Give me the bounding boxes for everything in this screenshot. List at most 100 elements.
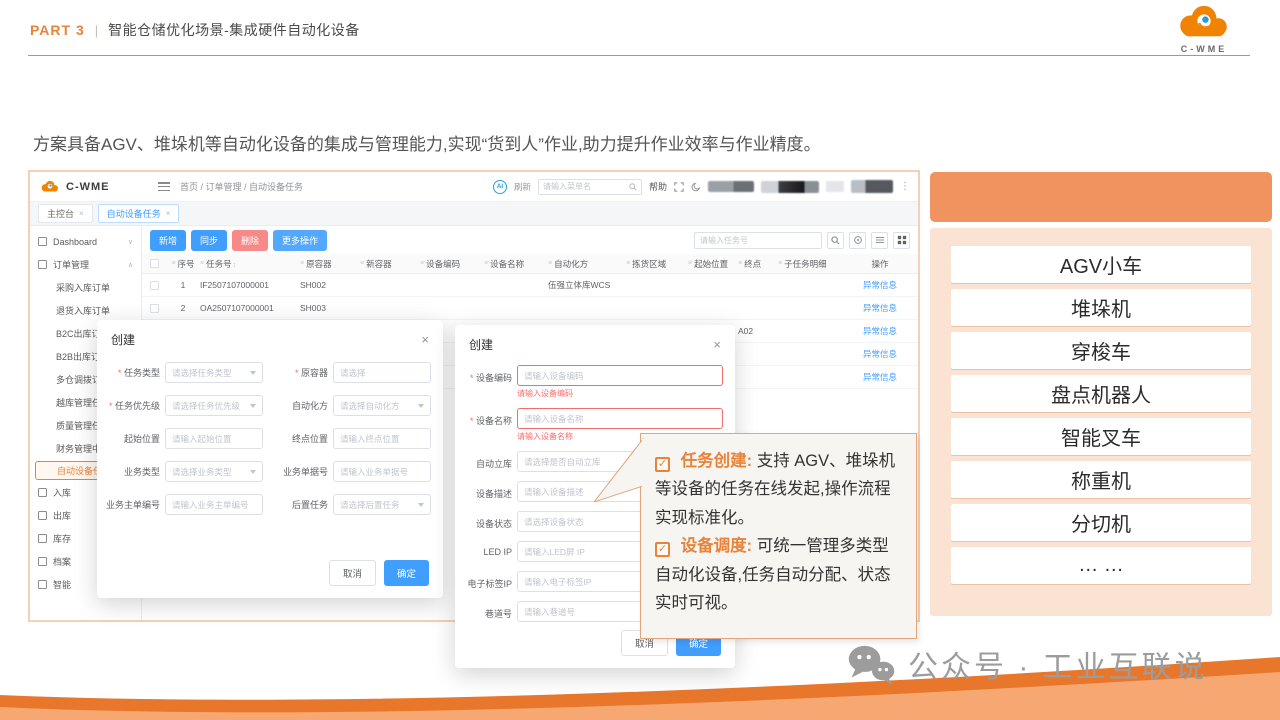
ai-assistant-icon[interactable]: AI (493, 180, 507, 194)
workspace-tab[interactable]: 主控台 × (38, 204, 93, 223)
exception-info-link[interactable]: 异常信息 (863, 349, 897, 359)
field-label: 业务类型 (103, 465, 165, 478)
toolbar-button[interactable]: 同步 (191, 230, 227, 251)
col-device-code[interactable]: 设备编码 (420, 258, 484, 270)
exception-info-link[interactable]: 异常信息 (863, 372, 897, 382)
field-label: 任务类型 (103, 366, 165, 379)
refresh-icon-button[interactable] (849, 232, 866, 249)
cancel-button[interactable]: 取消 (329, 560, 376, 586)
field-label: 自动化方 (271, 399, 333, 412)
col-device-name[interactable]: 设备名称 (484, 258, 548, 270)
checked-checkbox-icon: ✓ (655, 542, 670, 557)
sidebar-item[interactable]: 退货入库订单 (30, 299, 141, 322)
field-input[interactable]: 请输入终点位置 (333, 428, 431, 449)
col-subtask[interactable]: 子任务明细 (778, 258, 842, 270)
exception-info-link[interactable]: 异常信息 (863, 280, 897, 290)
cell-task-no: OA2507107000001 (200, 303, 300, 313)
menu-group-icon (38, 534, 47, 543)
table-toolbar: 新增同步删除更多操作 请输入任务号 (142, 226, 918, 254)
app-logo[interactable]: C-WME (38, 179, 156, 194)
field-input[interactable]: 请输入起始位置 (165, 428, 263, 449)
tab-close-icon[interactable]: × (166, 209, 171, 218)
row-checkbox[interactable] (150, 281, 159, 290)
toolbar-button[interactable]: 新增 (150, 230, 186, 251)
menu-group-icon (38, 260, 47, 269)
field-input[interactable]: 请选择后置任务 (333, 494, 431, 515)
col-seq[interactable]: 序号 (166, 258, 200, 270)
close-icon[interactable]: × (421, 332, 429, 347)
field-input[interactable]: 请选择自动化方 (333, 395, 431, 416)
exception-info-link[interactable]: 异常信息 (863, 303, 897, 313)
table-row[interactable]: 1 IF2507107000001 SH002 伍强立体库WCS 异常信息 (142, 274, 918, 297)
workspace-tab[interactable]: 自动设备任务 × (98, 204, 180, 223)
field-input[interactable]: 请输入设备编码 (517, 365, 723, 386)
col-start-pos[interactable]: 起始位置 (688, 258, 738, 270)
field-input[interactable]: 请选择业务类型 (165, 461, 263, 482)
modal-title: 创建 (111, 331, 135, 348)
breadcrumb[interactable]: 首页 / 订单管理 / 自动设备任务 (180, 180, 303, 193)
field-input[interactable]: 请输入业务主单编号 (165, 494, 263, 515)
exception-info-link[interactable]: 异常信息 (863, 326, 897, 336)
field-placeholder: 请输入终点位置 (340, 433, 424, 445)
chevron-down-icon (418, 503, 424, 507)
col-automation[interactable]: 自动化方 (548, 258, 626, 270)
col-task-no[interactable]: 任务号 (200, 258, 300, 270)
toolbar-button[interactable]: 更多操作 (273, 230, 327, 251)
field-placeholder: 请选择后置任务 (340, 499, 418, 511)
field-input[interactable]: 请选择任务类型 (165, 362, 263, 383)
sidebar-item[interactable]: Dashboard ∨ (30, 230, 141, 253)
grid-view-icon-button[interactable] (893, 232, 910, 249)
select-all-checkbox[interactable] (150, 259, 159, 268)
form-field: 起始位置 请输入起始位置 (103, 428, 263, 449)
field-label: 原容器 (271, 366, 333, 379)
validation-error: 请输入设备编码 (517, 388, 723, 399)
topbar-actions: AI 刷新 请输入菜单名 帮助 (493, 179, 910, 195)
field-input[interactable]: 请输入设备名称 (517, 408, 723, 429)
field-input[interactable]: 请选择任务优先级 (165, 395, 263, 416)
tab-close-icon[interactable]: × (79, 209, 84, 218)
field-input[interactable]: 请输入业务单据号 (333, 461, 431, 482)
table-header: 序号 任务号 原容器 新容器 设备编码 设备名称 自动化方 拣货区域 起始位置 … (142, 254, 918, 274)
more-menu-icon[interactable]: ⋮ (900, 181, 910, 192)
hamburger-icon[interactable] (158, 182, 170, 191)
field-label: 设备描述 (459, 481, 517, 500)
field-input[interactable]: 请选择 (333, 362, 431, 383)
moon-icon[interactable] (691, 182, 701, 192)
refresh-label[interactable]: 刷新 (514, 181, 531, 193)
confirm-button[interactable]: 确定 (384, 560, 429, 586)
sort-icon (232, 259, 237, 269)
field-label: 业务单据号 (271, 465, 333, 478)
fullscreen-icon[interactable] (674, 182, 684, 192)
close-icon[interactable]: × (713, 337, 721, 352)
equipment-panel: AGV小车堆垛机穿梭车盘点机器人智能叉车称重机分切机… … (930, 228, 1272, 616)
col-pick-area[interactable]: 拣货区域 (626, 258, 688, 270)
tab-label: 自动设备任务 (107, 207, 161, 220)
help-link[interactable]: 帮助 (649, 180, 667, 193)
field-placeholder: 请选择任务类型 (172, 367, 250, 379)
search-button[interactable] (827, 232, 844, 249)
form-field: 业务类型 请选择业务类型 (103, 461, 263, 482)
sidebar-item[interactable]: 订单管理 ∧ (30, 253, 141, 276)
menu-search-input[interactable]: 请输入菜单名 (538, 179, 642, 195)
task-search-input[interactable]: 请输入任务号 (694, 232, 822, 249)
col-end-pos[interactable]: 终点 (738, 258, 778, 270)
create-task-modal: 创建 × 任务类型 请选择任务类型 原容器 请选择 任务优先 (97, 320, 443, 598)
table-row[interactable]: 2 OA2507107000001 SH003 异常信息 (142, 297, 918, 320)
page-title: 智能仓储优化场景-集成硬件自动化设备 (108, 20, 360, 40)
form-field: 终点位置 请输入终点位置 (271, 428, 431, 449)
watermark-text: 公众号 · 工业互联说 (908, 642, 1208, 686)
row-checkbox[interactable] (150, 304, 159, 313)
equipment-item: 堆垛机 (951, 289, 1251, 326)
header-rule (28, 55, 1250, 56)
intro-text: 方案具备AGV、堆垛机等自动化设备的集成与管理能力,实现“货到人”作业,助力提升… (33, 130, 933, 155)
redacted-text-block (761, 181, 819, 193)
cell-end-pos: A02 (738, 326, 778, 336)
form-field: 业务单据号 请输入业务单据号 (271, 461, 431, 482)
col-new-container[interactable]: 新容器 (360, 258, 420, 270)
sidebar-item[interactable]: 采购入库订单 (30, 276, 141, 299)
chevron-down-icon (250, 371, 256, 375)
menu-group-icon (38, 557, 47, 566)
toolbar-button[interactable]: 删除 (232, 230, 268, 251)
column-list-icon-button[interactable] (871, 232, 888, 249)
col-old-container[interactable]: 原容器 (300, 258, 360, 270)
